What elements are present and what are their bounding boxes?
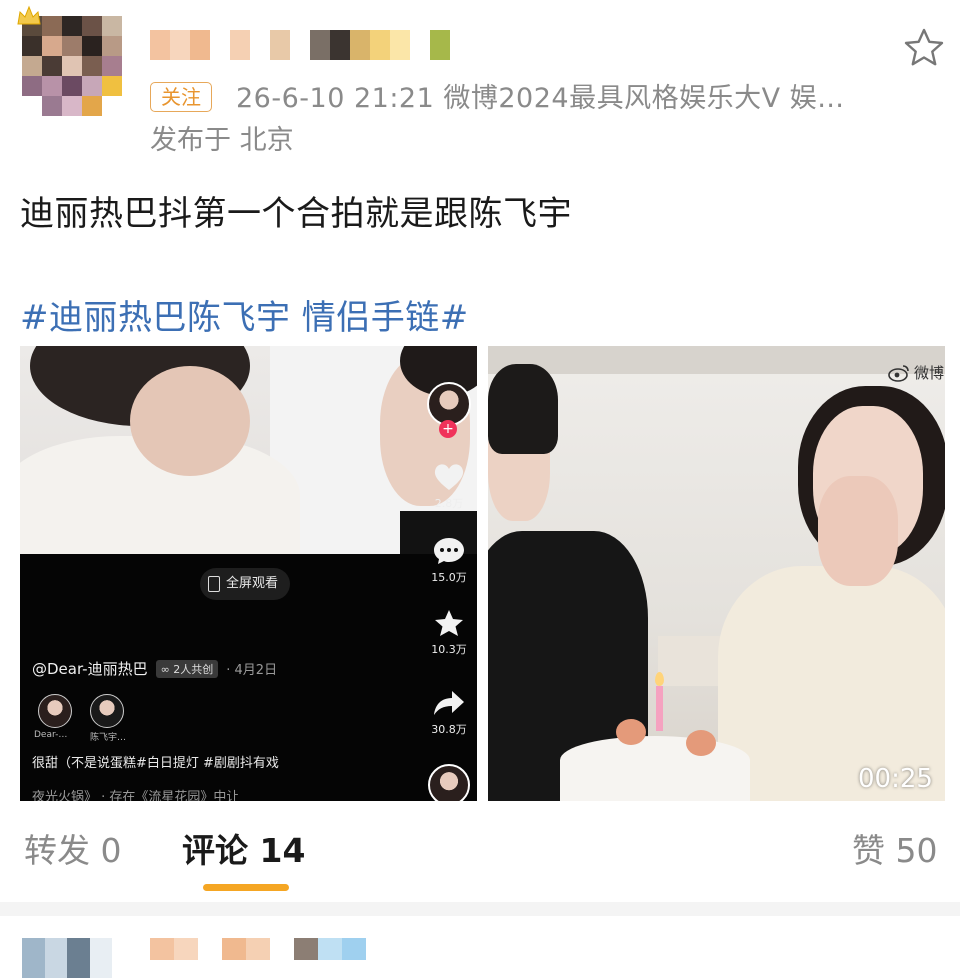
weibo-logo-icon	[888, 364, 909, 382]
hashtag-link[interactable]: #迪丽热巴陈飞宇 情侣手链#	[20, 290, 469, 339]
author-line: @Dear-迪丽热巴 ∞ 2人共创 · 4月2日	[32, 658, 277, 679]
favorite-action[interactable]: 10.3万	[423, 608, 475, 657]
video-caption: 很甜（不是说蛋糕#白日提灯 #剧剧抖有戏	[32, 756, 279, 771]
comment-bubble-icon	[434, 538, 464, 564]
fullscreen-button[interactable]: 全屏观看	[200, 568, 291, 600]
plus-icon[interactable]: +	[439, 420, 457, 438]
comment-tab[interactable]: 评论 14	[182, 824, 305, 872]
next-comment-username-redacted[interactable]	[150, 938, 390, 960]
active-tab-indicator	[203, 884, 289, 891]
share-arrow-icon	[434, 691, 464, 715]
video-duration: 00:25	[858, 764, 933, 794]
author-name[interactable]: @Dear-迪丽热巴	[32, 658, 148, 679]
favorite-star-icon[interactable]	[902, 26, 946, 70]
username-redacted[interactable]	[150, 30, 470, 60]
star-icon	[435, 610, 463, 636]
coop-badge: ∞ 2人共创	[155, 659, 219, 678]
like-count: 2.8万	[434, 497, 464, 510]
favorite-count: 10.3万	[431, 643, 467, 656]
collab-name-2: 陈飞宇…	[90, 733, 127, 743]
collab-avatar-2[interactable]	[90, 694, 124, 728]
share-action[interactable]: 30.8万	[423, 688, 475, 737]
fullscreen-label: 全屏观看	[226, 576, 279, 591]
comment-count: 15.0万	[431, 571, 467, 584]
like-action[interactable]: 2.8万	[423, 462, 475, 511]
collab-avatar-1[interactable]	[38, 694, 72, 728]
avatar[interactable]	[22, 16, 122, 116]
fullscreen-icon	[208, 576, 220, 592]
creator-avatar[interactable]: +	[423, 382, 475, 438]
post-location: 发布于 北京	[150, 125, 294, 156]
section-divider	[0, 902, 960, 916]
music-avatar[interactable]	[423, 764, 475, 801]
repost-button[interactable]: 转发 0	[24, 824, 122, 872]
like-button[interactable]: 赞 50	[852, 824, 937, 872]
next-comment-avatar[interactable]	[22, 938, 112, 978]
video-thumbnail-left[interactable]: 全屏观看 + 2.8万 15.0万 10.3万 30.8万 @Dear-迪丽热巴…	[20, 346, 477, 801]
weibo-watermark: 微博	[888, 362, 944, 383]
follow-button[interactable]: 关注	[150, 82, 212, 112]
video-thumbnail-right[interactable]: 微博 00:25	[488, 346, 945, 801]
comment-action[interactable]: 15.0万	[423, 536, 475, 585]
share-count: 30.8万	[431, 723, 467, 736]
watermark-text: 微博	[914, 364, 945, 382]
video-caption-secondary: 夜光火锅》 · 存在《流星花园》中让	[32, 790, 240, 801]
crown-icon	[17, 5, 41, 25]
video-frame-image	[20, 346, 477, 554]
post-text: 迪丽热巴抖第一个合拍就是跟陈飞宇	[20, 194, 572, 234]
heart-icon	[434, 464, 464, 490]
post-meta: 26-6-10 21:21 微博2024最具风格娱乐大V 娱…	[236, 83, 845, 114]
collab-name-1: Dear-…	[34, 730, 68, 740]
post-date: · 4月2日	[226, 663, 278, 678]
